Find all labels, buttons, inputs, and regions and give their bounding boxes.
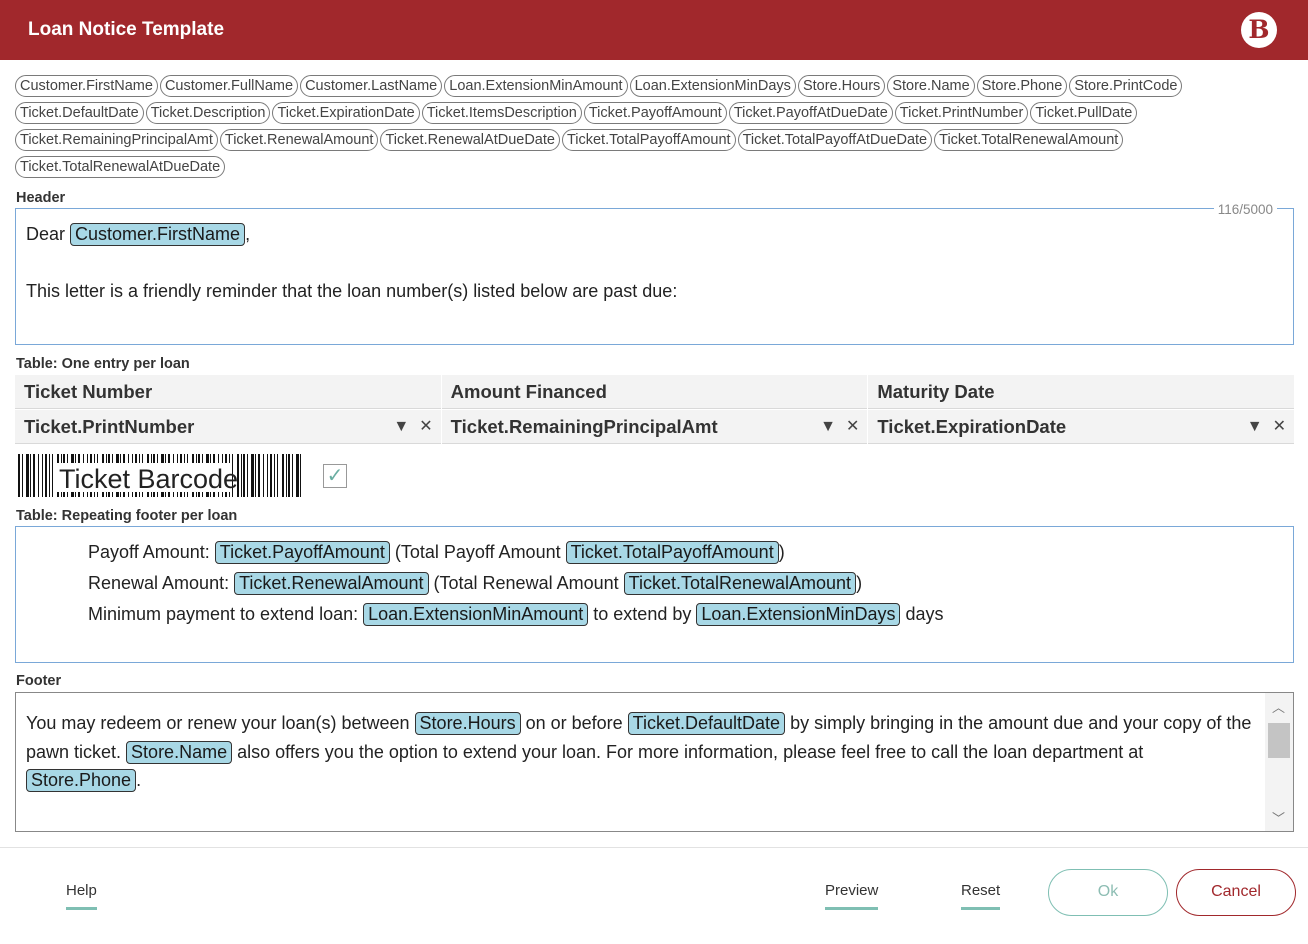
field-token[interactable]: Loan.ExtensionMinDays xyxy=(629,75,796,97)
text-run: . xyxy=(136,770,142,790)
column-header-amount-financed: Amount Financed xyxy=(441,375,868,409)
field-chip[interactable]: Store.Name xyxy=(126,740,233,764)
text-run: ) xyxy=(856,573,863,593)
greeting-prefix: Dear xyxy=(26,224,71,244)
greeting-line: Dear Customer.FirstName, xyxy=(26,223,250,246)
field-token[interactable]: Ticket.ExpirationDate xyxy=(272,102,420,124)
field-chip[interactable]: Store.Phone xyxy=(26,769,137,792)
field-chip[interactable]: Loan.ExtensionMinAmount xyxy=(363,603,589,626)
field-token[interactable]: Ticket.TotalRenewalAmount xyxy=(934,129,1124,151)
field-select-maturity-date[interactable]: Ticket.ExpirationDate ▼ ✕ xyxy=(868,410,1295,444)
close-icon[interactable]: ✕ xyxy=(1273,418,1286,435)
close-icon[interactable]: ✕ xyxy=(419,418,432,435)
preview-button[interactable]: Preview xyxy=(825,882,879,910)
close-icon[interactable]: ✕ xyxy=(846,418,859,435)
text-run: ) xyxy=(778,542,785,562)
footer-editor[interactable]: You may redeem or renew your loan(s) bet… xyxy=(15,692,1294,832)
brand-logo-icon: B xyxy=(1241,12,1277,48)
field-token[interactable]: Ticket.PrintNumber xyxy=(894,102,1029,124)
text-run: days xyxy=(900,604,944,624)
repeating-footer-label: Table: Repeating footer per loan xyxy=(16,508,238,524)
column-header-maturity-date: Maturity Date xyxy=(868,375,1295,409)
barcode-label: Ticket Barcode xyxy=(59,464,238,494)
field-token[interactable]: Store.Phone xyxy=(976,75,1068,97)
footer-label: Footer xyxy=(16,673,62,689)
footer-divider xyxy=(0,847,1308,848)
field-token[interactable]: Store.PrintCode xyxy=(1069,75,1183,97)
field-token[interactable]: Store.Name xyxy=(887,75,975,97)
barcode-checkbox[interactable]: ✓ xyxy=(323,464,347,488)
text-run: Minimum payment to extend loan: xyxy=(88,604,364,624)
text-run: You may redeem or renew your loan(s) bet… xyxy=(26,713,415,733)
text-run: on or before xyxy=(520,713,628,733)
window-title: Loan Notice Template xyxy=(28,19,225,40)
table-label: Table: One entry per loan xyxy=(16,356,190,372)
text-run: also offers you the option to extend you… xyxy=(232,741,1144,762)
field-chip[interactable]: Ticket.DefaultDate xyxy=(627,712,786,735)
ok-button[interactable]: Ok xyxy=(1048,869,1168,916)
header-editor[interactable]: 116/5000 Dear Customer.FirstName, This l… xyxy=(15,202,1294,345)
table-header-row: Ticket Number Amount Financed Maturity D… xyxy=(15,375,1295,409)
title-bar: Loan Notice Template B xyxy=(0,0,1308,60)
footer-paragraph: You may redeem or renew your loan(s) bet… xyxy=(26,709,1254,795)
field-token[interactable]: Ticket.DefaultDate xyxy=(15,102,144,124)
text-run: (Total Renewal Amount xyxy=(428,573,624,593)
text-run: (Total Payoff Amount xyxy=(389,542,566,562)
field-token[interactable]: Customer.FirstName xyxy=(15,75,158,97)
repeating-footer-editor[interactable]: Payoff Amount: Ticket.PayoffAmount (Tota… xyxy=(15,526,1294,663)
field-token[interactable]: Ticket.RemainingPrincipalAmt xyxy=(15,129,218,151)
loan-table: Ticket Number Amount Financed Maturity D… xyxy=(15,375,1295,444)
field-token[interactable]: Ticket.ItemsDescription xyxy=(421,102,582,124)
field-chip[interactable]: Customer.FirstName xyxy=(70,223,246,246)
selected-field: Ticket.PrintNumber xyxy=(24,416,195,437)
field-token[interactable]: Ticket.PayoffAtDueDate xyxy=(728,102,893,124)
chevron-down-icon[interactable]: ▼ xyxy=(393,418,409,435)
field-token[interactable]: Customer.LastName xyxy=(300,75,443,97)
field-token[interactable]: Customer.FullName xyxy=(159,75,299,97)
field-chip[interactable]: Ticket.TotalPayoffAmount xyxy=(565,541,779,564)
cancel-button[interactable]: Cancel xyxy=(1176,869,1296,916)
selected-field: Ticket.ExpirationDate xyxy=(877,416,1067,437)
field-token-list: Customer.FirstName Customer.FullName Custo… xyxy=(15,75,1275,183)
chevron-down-icon[interactable]: ▼ xyxy=(1247,418,1263,435)
renewal-line: Renewal Amount: Ticket.RenewalAmount (To… xyxy=(88,572,862,595)
character-counter: 116/5000 xyxy=(1213,202,1277,217)
field-token[interactable]: Ticket.PayoffAmount xyxy=(583,102,727,124)
field-token[interactable]: Ticket.TotalPayoffAmount xyxy=(561,129,736,151)
chevron-down-icon[interactable]: ▼ xyxy=(820,418,836,435)
field-select-ticket-number[interactable]: Ticket.PrintNumber ▼ ✕ xyxy=(15,410,441,444)
header-label: Header xyxy=(16,190,66,206)
field-chip[interactable]: Store.Hours xyxy=(414,712,521,735)
footer-scrollbar[interactable]: ︿ ﹀ xyxy=(1265,693,1293,831)
field-token[interactable]: Ticket.RenewalAmount xyxy=(219,129,379,151)
minimum-payment-line: Minimum payment to extend loan: Loan.Ext… xyxy=(88,603,944,626)
field-token[interactable]: Store.Hours xyxy=(797,75,886,97)
field-token[interactable]: Ticket.RenewalAtDueDate xyxy=(380,129,560,151)
field-chip[interactable]: Ticket.RenewalAmount xyxy=(234,572,429,595)
field-chip[interactable]: Loan.ExtensionMinDays xyxy=(696,603,901,626)
field-chip[interactable]: Ticket.PayoffAmount xyxy=(214,541,390,564)
field-token[interactable]: Ticket.TotalPayoffAtDueDate xyxy=(737,129,933,151)
scrollbar-thumb[interactable] xyxy=(1268,723,1290,758)
field-chip[interactable]: Ticket.TotalRenewalAmount xyxy=(623,572,857,595)
text-run: to extend by xyxy=(588,604,697,624)
greeting-suffix: , xyxy=(245,224,251,244)
selected-field: Ticket.RemainingPrincipalAmt xyxy=(450,416,718,437)
payoff-line: Payoff Amount: Ticket.PayoffAmount (Tota… xyxy=(88,541,785,564)
table-field-row: Ticket.PrintNumber ▼ ✕ Ticket.RemainingPr… xyxy=(15,409,1295,444)
help-button[interactable]: Help xyxy=(66,882,97,910)
field-token[interactable]: Loan.ExtensionMinAmount xyxy=(444,75,628,97)
field-token[interactable]: Ticket.PullDate xyxy=(1030,102,1138,124)
field-token[interactable]: Ticket.Description xyxy=(145,102,271,124)
text-run: Payoff Amount: xyxy=(88,542,215,562)
header-body-line: This letter is a friendly reminder that … xyxy=(26,281,678,301)
chevron-down-icon[interactable]: ﹀ xyxy=(1272,808,1285,827)
chevron-up-icon[interactable]: ︿ xyxy=(1272,697,1285,716)
field-token[interactable]: Ticket.TotalRenewalAtDueDate xyxy=(15,156,226,178)
text-run: Renewal Amount: xyxy=(88,573,235,593)
barcode-icon: Ticket Barcode xyxy=(18,454,301,497)
column-header-ticket-number: Ticket Number xyxy=(15,375,441,409)
reset-button[interactable]: Reset xyxy=(961,882,1001,910)
field-select-amount-financed[interactable]: Ticket.RemainingPrincipalAmt ▼ ✕ xyxy=(441,410,868,444)
